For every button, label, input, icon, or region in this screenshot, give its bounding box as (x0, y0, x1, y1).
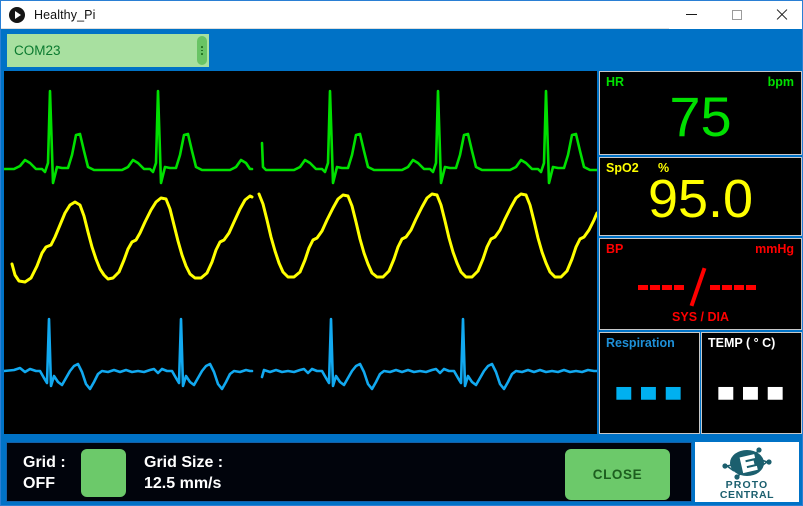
minimize-button[interactable] (669, 1, 714, 29)
vital-hr[interactable]: HR bpm 75 (599, 71, 802, 155)
pleth-waveform (10, 192, 597, 284)
title-bar: Healthy_Pi (1, 1, 802, 29)
window-controls (669, 1, 802, 29)
hr-value: 75 (669, 85, 732, 148)
bp-unit: mmHg (755, 242, 794, 256)
close-window-button[interactable] (759, 1, 802, 29)
grid-label: Grid : (23, 454, 66, 471)
ecg-waveform (4, 89, 597, 185)
spo2-value: 95.0 (647, 169, 754, 229)
window-title: Healthy_Pi (34, 7, 96, 22)
toolbar: COM23 (1, 29, 802, 71)
minimize-icon (686, 14, 697, 15)
brand-name-line1: PROTO CENTRAL (695, 480, 799, 501)
vital-bp[interactable]: BP mmHg SYS / DIA (599, 238, 802, 330)
close-button[interactable]: CLOSE (565, 449, 670, 500)
temp-label: TEMP ( ° C) (708, 336, 776, 350)
respiration-waveform (4, 317, 597, 391)
play-circle-icon (9, 6, 25, 23)
maximize-button[interactable] (714, 1, 759, 29)
brand-logo: PROTO CENTRAL (695, 442, 799, 502)
bp-value (600, 267, 801, 307)
handle-dot (201, 46, 203, 48)
drag-handle-dots-icon[interactable] (197, 36, 207, 65)
serial-port-select[interactable]: COM23 (7, 34, 209, 67)
vital-spo2[interactable]: SpO2 % 95.0 (599, 157, 802, 236)
bottom-bar: Grid : OFF Grid Size : 12.5 mm/s CLOSE P… (1, 437, 802, 505)
close-button-label: CLOSE (592, 467, 643, 482)
waveform-display (4, 71, 597, 434)
protocentral-logo-icon (722, 447, 772, 480)
bp-dia-dashes (710, 285, 756, 290)
maximize-icon (731, 9, 742, 20)
brand-central-text: CENTRAL (719, 489, 775, 501)
respiration-value: ▀ ▀ ▀ (616, 388, 683, 411)
grid-state-value: OFF (23, 475, 55, 492)
monitor-area: HR bpm 75 SpO2 % 95.0 BP mmHg SYS / DIA (1, 71, 802, 437)
grid-toggle-button[interactable] (81, 449, 126, 497)
bp-sys-dia-label: SYS / DIA (672, 310, 729, 324)
hr-unit: bpm (767, 75, 794, 89)
bp-label: BP (606, 242, 624, 256)
handle-dot (201, 53, 203, 55)
application-window: Healthy_Pi COM23 HR bpm 75 SpO2 % 95.0 B… (0, 0, 803, 506)
grid-size-value[interactable]: 12.5 mm/s (144, 474, 221, 494)
close-icon (776, 9, 788, 21)
vital-respiration[interactable]: Respiration ▀ ▀ ▀ (599, 332, 700, 434)
grid-size-label: Grid Size : (144, 454, 224, 471)
temp-value: ▀ ▀ ▀ (718, 388, 785, 411)
handle-dot (201, 49, 203, 52)
serial-port-value: COM23 (14, 43, 61, 58)
bp-separator-slash (689, 267, 707, 307)
vitals-panel: HR bpm 75 SpO2 % 95.0 BP mmHg SYS / DIA (599, 71, 802, 434)
bp-sys-dashes (638, 285, 684, 290)
vital-temp[interactable]: TEMP ( ° C) ▀ ▀ ▀ (701, 332, 802, 434)
controls-container: Grid : OFF Grid Size : 12.5 mm/s CLOSE (6, 442, 692, 502)
respiration-label: Respiration (606, 336, 675, 350)
hr-label: HR (606, 75, 625, 89)
